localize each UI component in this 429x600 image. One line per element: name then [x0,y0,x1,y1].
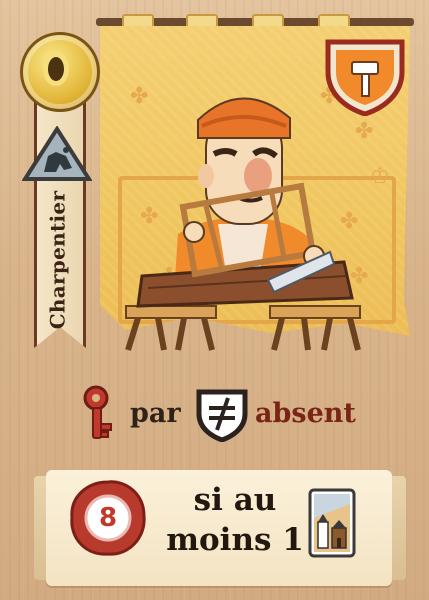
clover-icon: ♔ [370,164,390,189]
ability-suffix: absent [255,398,356,429]
crossed-gate-icon [195,388,249,443]
game-card: ✤ ✤ ✤ ✤ ✤ ✤ ✤ ♔ Charpentier [0,0,429,600]
castle-card-icon [308,488,356,558]
job-title-label: Charpentier [45,190,70,330]
condition-line-2: moins 1 [166,522,304,558]
carpenter-illustration [118,84,368,354]
condition-line-1: si au [193,482,277,518]
hand-triangle-icon [21,125,93,182]
key-icon [80,384,122,444]
coin-hole [43,52,69,86]
gold-coin-icon [20,32,100,112]
ability-prefix: par [130,398,181,429]
seal-value: 8 [98,503,118,533]
